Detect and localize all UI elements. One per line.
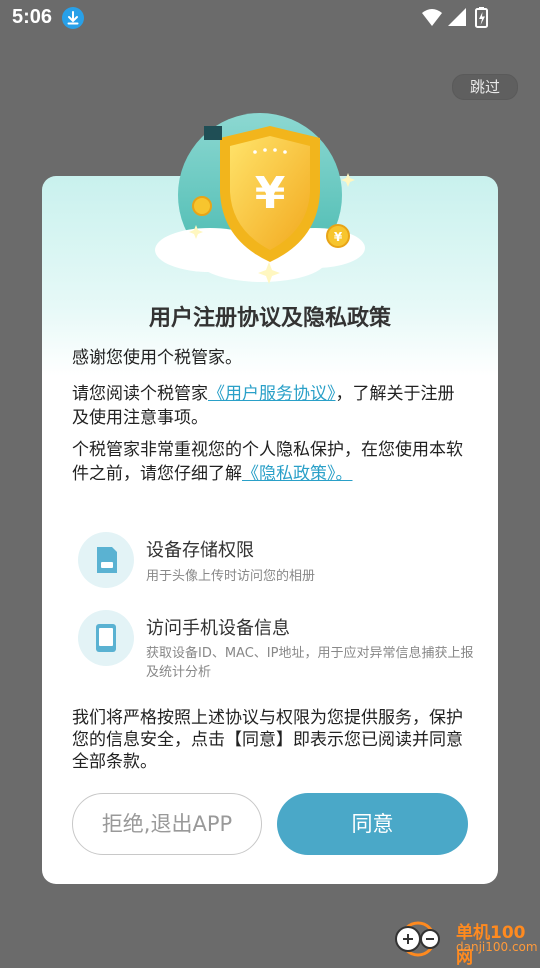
watermark-url: danji100.com xyxy=(456,940,538,954)
system-icons xyxy=(420,6,500,34)
skip-button[interactable]: 跳过 xyxy=(452,74,518,100)
permission-title: 访问手机设备信息 xyxy=(146,618,290,639)
battery-charging-icon xyxy=(475,7,488,28)
download-icon xyxy=(62,7,84,29)
wifi-icon xyxy=(422,9,442,26)
svg-text:¥: ¥ xyxy=(255,168,286,219)
user-agreement-link[interactable]: 《用户服务协议》 xyxy=(208,384,336,404)
privacy-policy-link[interactable]: 《隐私政策》。 xyxy=(242,464,353,484)
consent-text: 我们将严格按照上述协议与权限为您提供服务，保护您的信息安全，点击【同意】即表示您… xyxy=(72,708,463,772)
intro-text: 感谢您使用个税管家。 xyxy=(72,348,242,368)
phone-device-icon xyxy=(78,610,134,666)
dialog-title: 用户注册协议及隐私政策 xyxy=(148,306,391,331)
agree-button[interactable]: 同意 xyxy=(277,793,468,855)
watermark-logo-icon xyxy=(395,921,440,957)
hero-illustration: ¥ ¥ xyxy=(150,100,370,290)
status-time: 5:06 xyxy=(12,6,53,28)
reject-exit-button[interactable]: 拒绝,退出APP xyxy=(72,793,262,855)
watermark: 单机100网 danji100.com xyxy=(392,918,540,968)
signal-icon xyxy=(448,8,466,26)
privacy-paragraph: 个税管家非常重视您的个人隐私保护，在您使用本软件之前，请您仔细了解《隐私政策》。 xyxy=(72,438,468,486)
status-bar: 5:06 xyxy=(0,0,540,36)
agreement-text-prefix: 请您阅读个税管家 xyxy=(72,384,208,404)
permission-title: 设备存储权限 xyxy=(146,540,254,561)
agreement-paragraph: 请您阅读个税管家《用户服务协议》，了解关于注册及使用注意事项。 xyxy=(72,382,468,430)
permission-description: 用于头像上传时访问您的相册 xyxy=(146,569,316,584)
svg-text:¥: ¥ xyxy=(334,230,343,244)
permission-description: 获取设备ID、MAC、IP地址，用于应对异常信息捕获上报及统计分析 xyxy=(146,646,474,680)
storage-card-icon xyxy=(78,532,134,588)
